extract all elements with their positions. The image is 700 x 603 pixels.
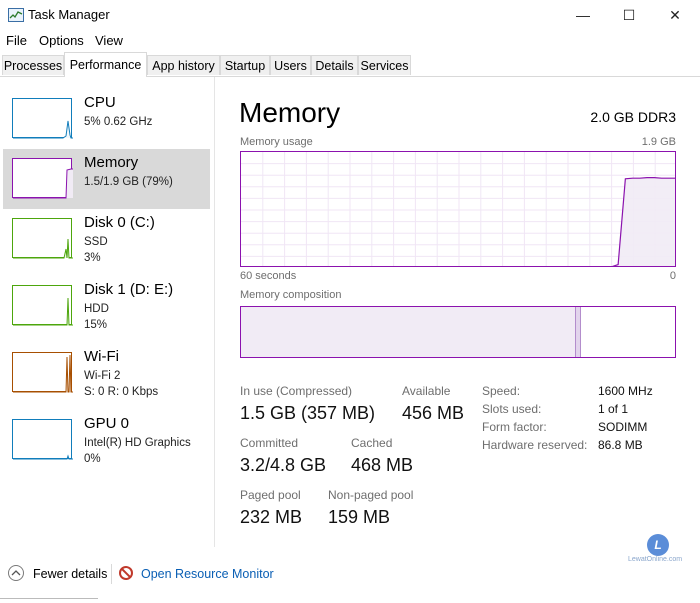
sidebar-item-throughput: S: 0 R: 0 Kbps (84, 386, 159, 398)
maximize-button[interactable]: ☐ (606, 0, 652, 30)
chevron-up-icon[interactable] (8, 565, 24, 581)
sidebar-item-label: Disk 1 (D: E:) (84, 281, 174, 298)
form-factor-label: Form factor: (482, 420, 547, 434)
menu-bar: File Options View (0, 30, 700, 52)
task-manager-icon (8, 8, 24, 22)
sidebar-item-detail: 1.5/1.9 GB (79%) (84, 176, 173, 188)
hardware-reserved-value: 86.8 MB (598, 438, 643, 452)
disk-0-thumbnail-graph (12, 218, 73, 259)
disk-1-thumbnail-graph (12, 285, 73, 326)
memory-usage-graph (240, 151, 676, 267)
in-use-label: In use (Compressed) (240, 384, 353, 398)
tab-processes[interactable]: Processes (2, 55, 64, 75)
memory-panel: Memory 2.0 GB DDR3 Memory usage 1.9 GB 6… (215, 77, 700, 547)
sidebar-item-label: Memory (84, 154, 139, 171)
sidebar-item-wifi[interactable]: Wi-Fi Wi-Fi 2 S: 0 R: 0 Kbps (3, 343, 210, 403)
tab-details[interactable]: Details (311, 55, 358, 75)
slots-used-label: Slots used: (482, 402, 542, 416)
tab-performance[interactable]: Performance (64, 52, 147, 77)
sidebar-item-gpu-0[interactable]: GPU 0 Intel(R) HD Graphics 0% (3, 410, 210, 470)
sidebar-item-memory[interactable]: Memory 1.5/1.9 GB (79%) (3, 149, 210, 209)
bottom-divider (0, 598, 98, 599)
sidebar-item-disk-0[interactable]: Disk 0 (C:) SSD 3% (3, 209, 210, 269)
tab-startup[interactable]: Startup (220, 55, 270, 75)
sidebar-item-detail: HDD (84, 303, 109, 315)
sidebar-item-usage: 3% (84, 252, 101, 264)
cached-value: 468 MB (351, 455, 414, 475)
sidebar-item-detail: Wi-Fi 2 (84, 370, 121, 382)
committed-value: 3.2/4.8 GB (240, 455, 327, 475)
available-label: Available (402, 384, 451, 398)
composition-label: Memory composition (240, 289, 342, 301)
minimize-button[interactable]: — (560, 0, 606, 30)
watermark-text: LewatOnline.com (628, 556, 683, 563)
slots-used-value: 1 of 1 (598, 402, 629, 416)
speed-value: 1600 MHz (598, 384, 653, 398)
form-factor-value: SODIMM (598, 420, 648, 434)
sidebar-item-detail: Intel(R) HD Graphics (84, 437, 191, 449)
menu-options[interactable]: Options (39, 33, 84, 48)
watermark-logo: L (647, 534, 669, 556)
footer-separator (111, 564, 112, 584)
resource-sidebar: CPU 5% 0.62 GHz Memory 1.5/1.9 GB (79%) … (0, 77, 215, 547)
cached-label: Cached (351, 436, 393, 450)
sidebar-item-usage: 0% (84, 453, 101, 465)
tab-services[interactable]: Services (358, 55, 411, 75)
non-paged-pool-value: 159 MB (328, 507, 391, 527)
cpu-thumbnail-graph (12, 98, 73, 139)
close-button[interactable]: ✕ (652, 0, 698, 30)
sidebar-item-label: Disk 0 (C:) (84, 214, 155, 231)
menu-view[interactable]: View (95, 33, 123, 48)
memory-spec: 2.0 GB DDR3 (590, 109, 676, 125)
footer: Fewer details Open Resource Monitor (0, 556, 700, 592)
available-value: 456 MB (402, 403, 465, 423)
non-paged-pool-label: Non-paged pool (328, 488, 414, 502)
composition-in-use (241, 307, 576, 357)
window-title: Task Manager (28, 7, 110, 22)
paged-pool-value: 232 MB (240, 507, 303, 527)
title-bar: Task Manager — ☐ ✕ (0, 0, 700, 30)
time-end-label: 0 (669, 270, 676, 282)
wifi-thumbnail-graph (12, 352, 73, 393)
fewer-details-button[interactable]: Fewer details (33, 567, 107, 581)
open-resource-monitor-link[interactable]: Open Resource Monitor (141, 567, 274, 581)
speed-label: Speed: (482, 384, 521, 398)
hardware-reserved-label: Hardware reserved: (482, 438, 588, 452)
committed-label: Committed (240, 436, 299, 450)
in-use-value: 1.5 GB (357 MB) (240, 403, 376, 423)
menu-file[interactable]: File (6, 33, 27, 48)
sidebar-item-detail: SSD (84, 236, 108, 248)
sidebar-item-detail: 5% 0.62 GHz (84, 116, 153, 128)
sidebar-item-label: CPU (84, 94, 116, 111)
sidebar-item-cpu[interactable]: CPU 5% 0.62 GHz (3, 89, 210, 149)
tab-app-history[interactable]: App history (147, 55, 220, 75)
memory-usage-chart (241, 152, 675, 266)
paged-pool-label: Paged pool (240, 488, 301, 502)
sidebar-item-label: GPU 0 (84, 415, 130, 432)
tab-strip: Processes Performance App history Startu… (0, 52, 700, 77)
sidebar-item-disk-1[interactable]: Disk 1 (D: E:) HDD 15% (3, 276, 210, 336)
memory-composition-bar (240, 306, 676, 358)
sidebar-item-usage: 15% (84, 319, 108, 331)
composition-modified (576, 307, 581, 357)
tab-users[interactable]: Users (270, 55, 311, 75)
gpu-thumbnail-graph (12, 419, 73, 460)
memory-thumbnail-graph (12, 158, 73, 199)
usage-label: Memory usage (240, 136, 313, 148)
sidebar-item-label: Wi-Fi (84, 348, 119, 365)
page-title: Memory (239, 97, 341, 128)
resource-monitor-icon[interactable] (119, 566, 133, 580)
time-span-label: 60 seconds (240, 270, 297, 282)
usage-max-label: 1.9 GB (641, 136, 676, 148)
